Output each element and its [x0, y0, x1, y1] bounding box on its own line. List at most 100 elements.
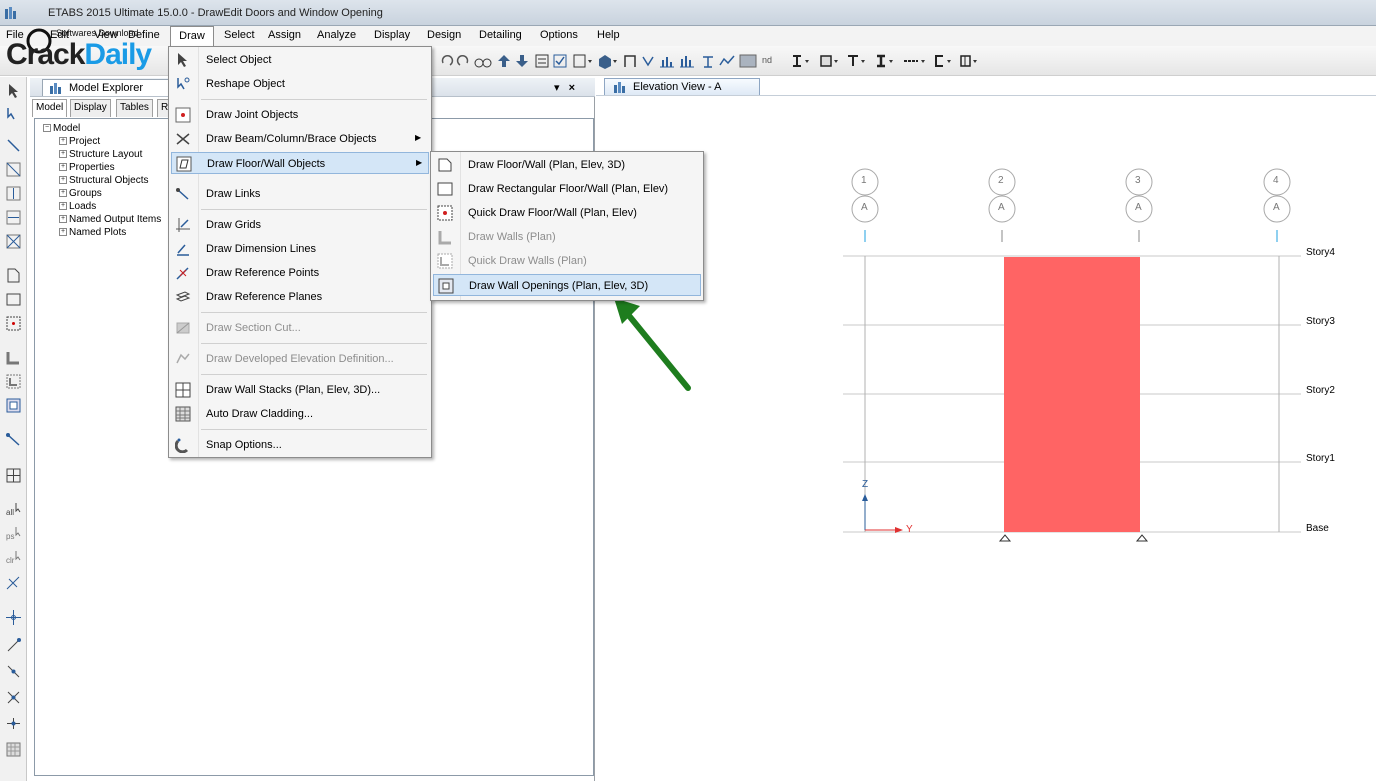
collapse-icon[interactable]: − — [43, 124, 51, 133]
menu-draw[interactable]: Draw — [170, 26, 214, 47]
expand-icon[interactable]: + — [59, 189, 67, 198]
menu-design[interactable]: Design — [427, 29, 461, 41]
bar-chart-icon[interactable] — [678, 51, 696, 71]
menu-item-snap-options[interactable]: Snap Options... — [171, 434, 429, 456]
menu-item-draw-dimension-lines[interactable]: Draw Dimension Lines — [171, 238, 429, 260]
channel-icon[interactable] — [932, 51, 956, 71]
tree-node-project[interactable]: + Project — [59, 136, 100, 147]
menu-item-draw-reference-planes[interactable]: Draw Reference Planes — [171, 286, 429, 308]
move-up-icon[interactable] — [496, 51, 512, 71]
chart-icon[interactable] — [658, 51, 676, 71]
submenu-item-quick-draw-floor-wall[interactable]: Quick Draw Floor/Wall (Plan, Elev) — [433, 202, 701, 224]
wall-opening-icon[interactable] — [5, 397, 22, 414]
tree-node-named-plots[interactable]: + Named Plots — [59, 227, 126, 238]
menu-detailing[interactable]: Detailing — [479, 29, 522, 41]
model-explorer-tab[interactable]: Model Explorer — [42, 79, 177, 96]
box-icon[interactable] — [818, 51, 842, 71]
tee-icon[interactable] — [846, 51, 870, 71]
submenu-item-draw-floor-wall[interactable]: Draw Floor/Wall (Plan, Elev, 3D) — [433, 154, 701, 176]
select-all-icon[interactable]: all — [5, 501, 22, 518]
draw-line-icon[interactable] — [5, 137, 22, 154]
submenu-item-draw-wall-openings[interactable]: Draw Wall Openings (Plan, Elev, 3D) — [433, 274, 701, 296]
snap-middle-icon[interactable] — [5, 663, 22, 680]
menu-item-draw-wall-stacks[interactable]: Draw Wall Stacks (Plan, Elev, 3D)... — [171, 379, 429, 401]
tree-node-structure-layout[interactable]: + Structure Layout — [59, 149, 142, 160]
menu-options[interactable]: Options — [540, 29, 578, 41]
expand-icon[interactable]: + — [59, 137, 67, 146]
select-previous-icon[interactable]: ps — [5, 525, 22, 542]
expand-icon[interactable]: + — [59, 228, 67, 237]
tree-node-loads[interactable]: + Loads — [59, 201, 96, 212]
tree-node-groups[interactable]: + Groups — [59, 188, 102, 199]
expand-icon[interactable]: + — [59, 202, 67, 211]
wall-stack-icon[interactable] — [5, 467, 22, 484]
draw-wall-icon[interactable] — [5, 349, 22, 366]
snap-perpendicular-icon[interactable] — [5, 715, 22, 732]
pin-dropdown-icon[interactable]: ▾ — [554, 82, 560, 94]
draw-rectangle-icon[interactable] — [5, 291, 22, 308]
tab-display[interactable]: Display — [70, 99, 111, 117]
move-down-icon[interactable] — [514, 51, 530, 71]
draw-x-brace-icon[interactable] — [5, 233, 22, 250]
snap-end-icon[interactable] — [5, 637, 22, 654]
grid-icon[interactable] — [738, 51, 760, 71]
submenu-item-draw-rectangular-floor-wall[interactable]: Draw Rectangular Floor/Wall (Plan, Elev) — [433, 178, 701, 200]
tree-node-structural-objects[interactable]: + Structural Objects — [59, 175, 148, 186]
line-icon[interactable] — [902, 51, 930, 71]
menu-analyze[interactable]: Analyze — [317, 29, 356, 41]
quick-draw-area-icon[interactable] — [5, 315, 22, 332]
menu-item-draw-links[interactable]: Draw Links — [171, 183, 429, 205]
menu-item-reshape-object[interactable]: Reshape Object — [171, 73, 429, 95]
column-icon[interactable] — [874, 51, 898, 71]
tree-node-named-output-items[interactable]: + Named Output Items — [59, 214, 161, 225]
snap-intersection-icon[interactable] — [5, 689, 22, 706]
steel-i-icon[interactable] — [790, 51, 814, 71]
view-icon[interactable] — [572, 51, 594, 71]
frame-icon[interactable] — [622, 51, 638, 71]
reshape-icon[interactable] — [5, 105, 22, 122]
draw-column-icon[interactable] — [5, 185, 22, 202]
draw-floor-icon[interactable] — [5, 267, 22, 284]
close-icon[interactable]: × — [569, 82, 575, 94]
joint-icon[interactable] — [640, 51, 656, 71]
menu-item-draw-reference-points[interactable]: Draw Reference Points — [171, 262, 429, 284]
section-icon[interactable] — [700, 51, 716, 71]
undo-icon[interactable] — [440, 51, 454, 71]
panel-icon[interactable] — [958, 51, 982, 71]
menu-select[interactable]: Select — [224, 29, 255, 41]
menu-item-auto-draw-cladding[interactable]: Auto Draw Cladding... — [171, 403, 429, 425]
draw-beam-icon[interactable] — [5, 209, 22, 226]
snap-grid-icon[interactable] — [5, 741, 22, 758]
expand-icon[interactable]: + — [59, 176, 67, 185]
elevation-canvas[interactable]: 1 2 3 4 A A A A Story4 Story3 Story2 Sto… — [597, 96, 1376, 781]
diagram-icon[interactable] — [718, 51, 736, 71]
elevation-view-tab[interactable]: Elevation View - A — [604, 78, 760, 96]
menu-item-select-object[interactable]: Select Object — [171, 49, 429, 71]
menu-item-draw-grids[interactable]: Draw Grids — [171, 214, 429, 236]
snap-point-icon[interactable] — [5, 609, 22, 626]
submenu-item-quick-draw-walls[interactable]: Quick Draw Walls (Plan) — [433, 250, 701, 272]
intersect-select-icon[interactable] — [5, 575, 22, 592]
menu-assign[interactable]: Assign — [268, 29, 301, 41]
draw-brace-icon[interactable] — [5, 161, 22, 178]
submenu-item-draw-walls-plan[interactable]: Draw Walls (Plan) — [433, 226, 701, 248]
menu-item-draw-floor-wall-objects[interactable]: Draw Floor/Wall Objects ▶ — [171, 152, 429, 174]
expand-icon[interactable]: + — [59, 215, 67, 224]
menu-item-draw-beam-column-brace[interactable]: Draw Beam/Column/Brace Objects ▶ — [171, 128, 429, 150]
check-icon[interactable] — [552, 51, 568, 71]
menu-item-draw-developed-elevation[interactable]: Draw Developed Elevation Definition... — [171, 348, 429, 370]
clear-selection-icon[interactable]: clr — [5, 549, 22, 566]
draw-link-icon[interactable] — [5, 431, 22, 448]
menu-item-draw-joint-objects[interactable]: Draw Joint Objects — [171, 104, 429, 126]
menu-display[interactable]: Display — [374, 29, 410, 41]
properties-icon[interactable] — [534, 51, 550, 71]
redo-icon[interactable] — [456, 51, 470, 71]
tree-node-properties[interactable]: + Properties — [59, 162, 115, 173]
pointer-icon[interactable] — [5, 82, 22, 99]
expand-icon[interactable]: + — [59, 163, 67, 172]
tab-tables[interactable]: Tables — [116, 99, 153, 117]
menu-help[interactable]: Help — [597, 29, 620, 41]
menu-item-draw-section-cut[interactable]: Draw Section Cut... — [171, 317, 429, 339]
tree-node-model[interactable]: − Model — [43, 123, 80, 134]
glasses-icon[interactable] — [474, 51, 492, 71]
